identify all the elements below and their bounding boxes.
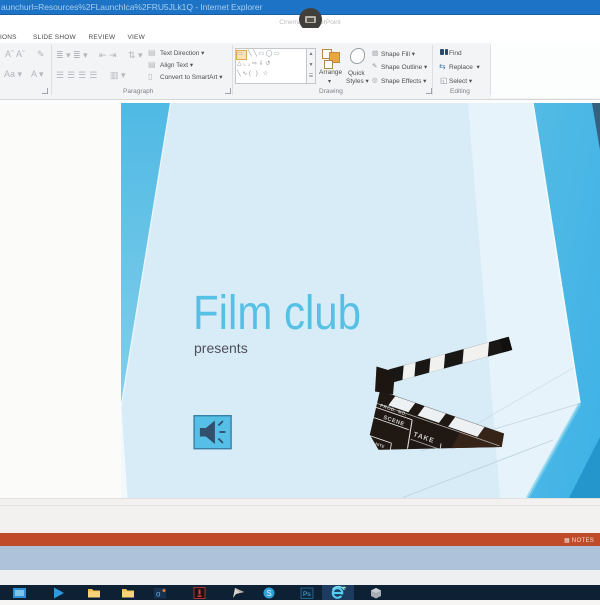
svg-text:S: S — [266, 589, 271, 598]
svg-text:Ps: Ps — [303, 591, 311, 598]
svg-text:o: o — [156, 590, 161, 599]
